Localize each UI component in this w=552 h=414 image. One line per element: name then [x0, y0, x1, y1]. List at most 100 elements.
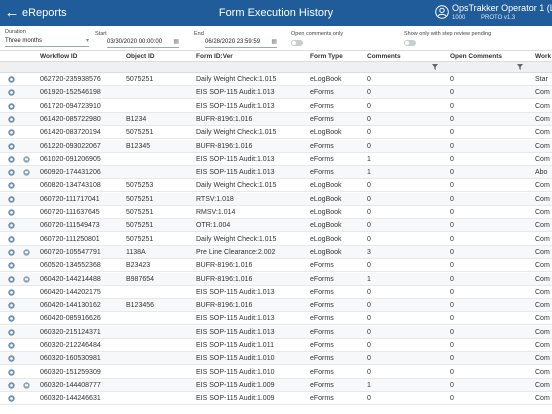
- cell-open-comments: 0: [450, 182, 454, 190]
- table-row[interactable]: 061420-085722980 B1234 BUFR-8196:1.016 eFor…: [0, 112, 552, 126]
- cell-open-comments: 0: [450, 222, 454, 230]
- step-review-toggle[interactable]: [404, 40, 416, 46]
- filter-funnel-icon[interactable]: [432, 64, 438, 70]
- view-details-icon[interactable]: [8, 355, 15, 362]
- table-row[interactable]: 060320-212246484 EIS SOP-115 Audit:1.011 e…: [0, 339, 552, 352]
- table-row[interactable]: 060920-174431206 EIS SOP-115 Audit:1.013 e…: [0, 166, 552, 180]
- cell-work: Com: [535, 222, 550, 230]
- table-row[interactable]: 060820-134743108 5075253 Daily Weight Chec…: [0, 179, 552, 193]
- cell-object-id: 5075251: [126, 209, 154, 216]
- cell-work: Com: [535, 129, 550, 137]
- column-header-form-id[interactable]: Form ID:Ver: [196, 51, 306, 62]
- cell-workflow-id: 060420-085916626: [40, 315, 101, 323]
- view-details-icon[interactable]: [8, 342, 15, 349]
- table-row[interactable]: 060320-144408777 EIS SOP-115 Audit:1.009 e…: [0, 378, 552, 392]
- column-header-open-comments[interactable]: Open Comments: [450, 51, 532, 62]
- view-details-icon[interactable]: [8, 182, 15, 190]
- cell-open-comments: 0: [450, 262, 454, 270]
- cell-work: Com: [535, 381, 550, 389]
- view-details-icon[interactable]: [8, 328, 15, 336]
- comments-icon[interactable]: [23, 382, 30, 389]
- table-row[interactable]: 061220-093022067 B12345 BUFR-8196:1.016 eFo…: [0, 139, 552, 153]
- cell-open-comments: 0: [450, 248, 454, 256]
- cell-open-comments: 0: [450, 195, 454, 203]
- table-row[interactable]: 061020-091206905 EIS SOP-115 Audit:1.013 e…: [0, 153, 552, 166]
- view-details-icon[interactable]: [8, 222, 15, 229]
- view-details-icon[interactable]: [8, 262, 15, 269]
- table-row[interactable]: 060720-111250801 5075251 Daily Weight Chec…: [0, 233, 552, 246]
- comments-icon[interactable]: [23, 169, 30, 176]
- cell-workflow-id: 060420-144214488: [40, 275, 101, 283]
- calendar-icon[interactable]: ▦: [271, 38, 277, 46]
- table-row[interactable]: 060420-144214488 B987654 BUFR-8196:1.016 eF…: [0, 272, 552, 286]
- cell-form-id: BUFR-8196:1.016: [196, 142, 253, 150]
- table-row[interactable]: 060320-160530981 EIS SOP-115 Audit:1.010 e…: [0, 352, 552, 366]
- duration-select[interactable]: Three months ▾: [5, 37, 89, 47]
- view-details-icon[interactable]: [8, 302, 15, 309]
- column-header-workflow-id[interactable]: Workflow ID: [40, 51, 122, 62]
- cell-form-id: EIS SOP-115 Audit:1.013: [196, 315, 275, 323]
- end-date-input[interactable]: 06/28/2020 23:59:59 ▦: [205, 38, 277, 48]
- view-details-icon[interactable]: [8, 195, 15, 203]
- column-header-form-type[interactable]: Form Type: [310, 51, 364, 62]
- back-arrow-icon[interactable]: ←: [4, 4, 20, 22]
- view-details-icon[interactable]: [8, 209, 15, 216]
- table-row[interactable]: 060320-144246631 EIS SOP-115 Audit:1.009 e…: [0, 392, 552, 406]
- cell-form-id: EIS SOP-115 Audit:1.009: [196, 395, 275, 403]
- table-row[interactable]: 061920-152546198 EIS SOP-115 Audit:1.013 e…: [0, 86, 552, 100]
- table-row[interactable]: 060420-144130162 B123456 BUFR-8196:1.016 eF…: [0, 299, 552, 313]
- view-details-icon[interactable]: [8, 76, 15, 83]
- view-details-icon[interactable]: [8, 235, 15, 243]
- cell-open-comments: 0: [450, 288, 454, 296]
- cell-form-type: eForms: [310, 355, 334, 363]
- column-header-comments[interactable]: Comments: [367, 51, 447, 62]
- comments-icon[interactable]: [23, 156, 30, 163]
- cell-object-id: 5075251: [126, 195, 154, 203]
- view-details-icon[interactable]: [8, 142, 15, 150]
- view-details-icon[interactable]: [8, 129, 15, 136]
- view-details-icon[interactable]: [8, 289, 15, 296]
- comments-icon[interactable]: [23, 249, 30, 256]
- view-details-icon[interactable]: [8, 102, 15, 110]
- table-row[interactable]: 062720-235938576 5075251 Daily Weight Chec…: [0, 73, 552, 86]
- table-row[interactable]: 060320-215124371 EIS SOP-115 Audit:1.013 e…: [0, 325, 552, 339]
- table-row[interactable]: 060720-111637645 5075251 RMSV:1.014 eLogBoo…: [0, 206, 552, 219]
- view-details-icon[interactable]: [8, 395, 15, 402]
- column-header-work[interactable]: Work: [535, 51, 552, 62]
- view-details-icon[interactable]: [8, 275, 15, 283]
- cell-open-comments: 0: [450, 315, 454, 323]
- view-details-icon[interactable]: [8, 249, 15, 256]
- table-row[interactable]: 060420-085916626 EIS SOP-115 Audit:1.013 e…: [0, 312, 552, 326]
- comments-icon[interactable]: [23, 275, 30, 283]
- view-details-icon[interactable]: [8, 315, 15, 323]
- cell-work: Com: [535, 142, 550, 150]
- view-details-icon[interactable]: [8, 116, 15, 123]
- view-details-icon[interactable]: [8, 382, 15, 389]
- view-details-icon[interactable]: [8, 156, 15, 163]
- table-row[interactable]: 061720-094723910 EIS SOP-115 Audit:1.013 e…: [0, 100, 552, 113]
- filter-funnel-icon[interactable]: [517, 64, 523, 70]
- view-details-icon[interactable]: [8, 89, 15, 96]
- cell-work: Com: [535, 155, 550, 163]
- view-details-icon[interactable]: [8, 169, 15, 176]
- cell-comments: 0: [367, 182, 371, 190]
- table-row[interactable]: 060320-151259309 EIS SOP-115 Audit:1.010 e…: [0, 366, 552, 379]
- user-avatar-icon[interactable]: [435, 5, 449, 19]
- start-date-input[interactable]: 03/30/2020 00:00:00 ▦: [107, 38, 179, 48]
- cell-open-comments: 0: [450, 342, 454, 349]
- table-row[interactable]: 061420-083720194 5075251 Daily Weight Chec…: [0, 126, 552, 140]
- table-row[interactable]: 060520-134552368 B23423 BUFR-8196:1.016 eFo…: [0, 259, 552, 273]
- cell-work: Com: [535, 342, 550, 349]
- table-row[interactable]: 060720-111549473 5075251 OTR:1.004 eLogBook…: [0, 219, 552, 233]
- cell-form-type: eForms: [310, 342, 334, 349]
- calendar-icon[interactable]: ▦: [173, 38, 179, 46]
- cell-open-comments: 0: [450, 209, 454, 216]
- column-header-object-id[interactable]: Object ID: [126, 51, 192, 62]
- table-row[interactable]: 060720-105547791 1138A Pre Line Clearance:…: [0, 245, 552, 259]
- view-details-icon[interactable]: [8, 368, 15, 376]
- open-comments-toggle[interactable]: [291, 40, 303, 46]
- filter-bar: Duration Three months ▾ Start 03/30/2020…: [0, 26, 552, 50]
- user-name: OpsTrakker Operator 1 (Local): [452, 3, 552, 13]
- table-row[interactable]: 060720-111717041 5075251 RTSV:1.018 eLogBoo…: [0, 192, 552, 206]
- table-row[interactable]: 060420-144202175 EIS SOP-115 Audit:1.013 e…: [0, 286, 552, 299]
